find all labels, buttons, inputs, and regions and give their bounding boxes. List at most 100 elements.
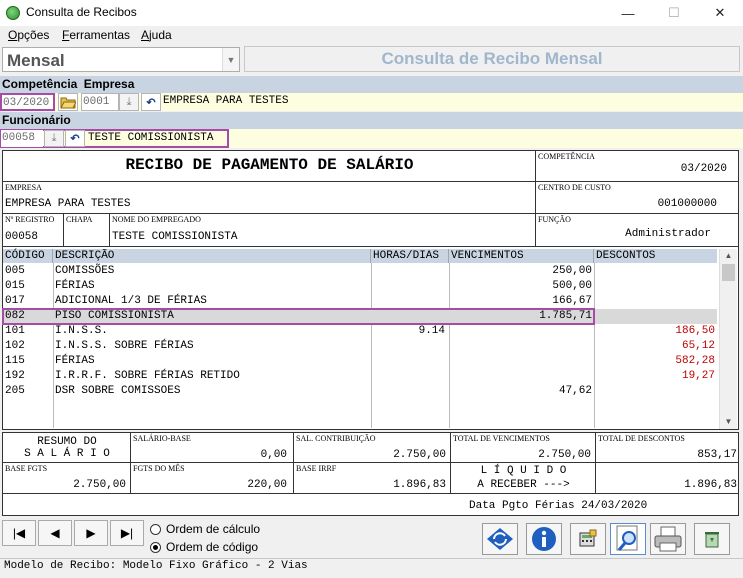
base-irrf-value: 1.896,83 [393, 479, 446, 491]
group-header-funcionario: Funcionário [0, 112, 743, 129]
centro-custo-value: 001000000 [657, 198, 717, 210]
row-description: I.N.S.S. [55, 325, 108, 337]
summary-panel: RESUMO DO S A L Á R I O SALÁRIO-BASE 0,0… [2, 432, 739, 516]
row-code: 115 [5, 355, 25, 367]
magnifier-icon [616, 525, 638, 551]
total-venc-value: 2.750,00 [538, 449, 591, 461]
funcao-value: Administrador [625, 228, 711, 240]
competencia-field[interactable]: 03/2020 [0, 93, 55, 111]
sal-contrib-cell: SAL. CONTRIBUIÇÃO 2.750,00 [294, 433, 451, 463]
chevron-down-icon[interactable]: ▼ [222, 48, 239, 71]
sync-icon [487, 528, 513, 550]
row-description: I.N.S.S. SOBRE FÉRIAS [55, 340, 194, 352]
first-record-button[interactable]: |◀ [2, 520, 36, 546]
liquido-value-cell: 1.896,83 [596, 463, 739, 494]
mode-value: Mensal [7, 51, 65, 70]
selected-row-highlight [2, 308, 595, 325]
last-record-button[interactable]: ▶| [110, 520, 144, 546]
calculator-button[interactable] [570, 523, 606, 555]
app-icon [6, 6, 20, 20]
row-vencimento: 250,00 [552, 265, 592, 277]
competencia-label: Competência [2, 77, 78, 91]
chapa-cell: CHAPA [64, 214, 110, 247]
liquido-value: 1.896,83 [684, 479, 737, 491]
order-calc-option[interactable]: Ordem de cálculo [150, 522, 260, 536]
col-codigo: CÓDIGO [3, 249, 53, 263]
delete-button[interactable] [694, 523, 730, 555]
registro-label: Nº REGISTRO [5, 215, 55, 224]
empresa-code-field[interactable]: 0001 [81, 93, 119, 111]
table-row[interactable]: 005 COMISSÕES 250,00 [3, 264, 717, 279]
table-row[interactable]: 192 I.R.R.F. SOBRE FÉRIAS RETIDO 19,27 [3, 369, 717, 384]
row-desconto: 186,50 [675, 325, 715, 337]
scrollbar[interactable]: ▲ ▼ [719, 249, 737, 429]
minimize-button[interactable]: — [605, 0, 651, 26]
funcao-cell: FUNÇÃO Administrador [536, 214, 739, 247]
row-description: COMISSÕES [55, 265, 115, 277]
liquido-label-cell: L Í Q U I D O A RECEBER ---> [451, 463, 596, 494]
sal-contrib-value: 2.750,00 [393, 449, 446, 461]
row-description: DSR SOBRE COMISSOES [55, 385, 181, 397]
info-icon [532, 527, 556, 551]
order-code-radio[interactable] [150, 541, 161, 553]
download-icon[interactable]: ⤓ [119, 93, 139, 111]
centro-custo-cell: CENTRO DE CUSTO 001000000 [536, 182, 739, 214]
menu-opcoes[interactable]: Opções [8, 28, 49, 42]
menu-bar: Opções Ferramentas Ajuda [0, 26, 743, 46]
sync-button[interactable] [482, 523, 518, 555]
order-code-option[interactable]: Ordem de código [150, 540, 258, 554]
row-vencimento: 47,62 [558, 385, 592, 397]
folder-open-icon[interactable] [58, 93, 78, 111]
empresa-label: Empresa [83, 77, 135, 91]
base-irrf-label: BASE IRRF [296, 464, 337, 473]
row-description: FÉRIAS [55, 280, 95, 292]
funcao-label: FUNÇÃO [538, 215, 571, 224]
print-button[interactable] [650, 523, 686, 555]
centro-custo-label: CENTRO DE CUSTO [538, 183, 611, 192]
order-calc-radio[interactable] [150, 523, 161, 535]
undo-icon[interactable]: ↶ [141, 93, 161, 111]
liquido-line1: L Í Q U I D O [480, 465, 567, 477]
download-icon[interactable]: ⤓ [44, 130, 64, 147]
page-title: Consulta de Recibo Mensal [244, 46, 740, 72]
competencia-cell-label: COMPETÊNCIA [538, 152, 595, 161]
table-row[interactable]: 205 DSR SOBRE COMISSOES 47,62 [3, 384, 717, 399]
title-bar: Consulta de Recibos — ☐ ✕ [0, 0, 743, 26]
menu-ajuda[interactable]: Ajuda [141, 28, 172, 42]
table-row[interactable]: 115 FÉRIAS 582,28 [3, 354, 717, 369]
close-button[interactable]: ✕ [697, 0, 743, 26]
col-descricao: DESCRIÇÃO [53, 249, 371, 263]
row-description: I.R.R.F. SOBRE FÉRIAS RETIDO [55, 370, 240, 382]
table-row[interactable]: 102 I.N.S.S. SOBRE FÉRIAS 65,12 [3, 339, 717, 354]
row-code: 017 [5, 295, 25, 307]
table-row[interactable]: 015 FÉRIAS 500,00 [3, 279, 717, 294]
empresa-name: EMPRESA PARA TESTES [163, 95, 289, 107]
total-venc-label: TOTAL DE VENCIMENTOS [453, 434, 550, 443]
mode-select[interactable]: Mensal ▼ [2, 47, 240, 72]
window-title: Consulta de Recibos [26, 5, 137, 19]
status-bar-text: Modelo de Recibo: Modelo Fixo Gráfico - … [4, 560, 308, 572]
preview-button[interactable] [610, 523, 646, 555]
prev-record-button[interactable]: ◀ [38, 520, 72, 546]
maximize-button[interactable]: ☐ [651, 0, 697, 26]
base-irrf-cell: BASE IRRF 1.896,83 [294, 463, 451, 494]
calculator-icon [579, 529, 597, 547]
status-divider [0, 558, 743, 559]
table-row[interactable]: 101 I.N.S.S. 9.14 186,50 [3, 324, 717, 339]
fgts-mes-value: 220,00 [247, 479, 287, 491]
info-button[interactable] [526, 523, 562, 555]
scroll-up-icon[interactable]: ▲ [720, 249, 737, 263]
undo-icon[interactable]: ↶ [65, 130, 85, 147]
table-row[interactable]: 017 ADICIONAL 1/3 DE FÉRIAS 166,67 [3, 294, 717, 309]
row-code: 101 [5, 325, 25, 337]
scroll-thumb[interactable] [722, 264, 735, 281]
receipt-panel: RECIBO DE PAGAMENTO DE SALÁRIO COMPETÊNC… [2, 150, 739, 430]
nome-label: NOME DO EMPREGADO [112, 215, 201, 224]
menu-ferramentas[interactable]: Ferramentas [62, 28, 130, 42]
scroll-down-icon[interactable]: ▼ [720, 415, 737, 429]
base-fgts-value: 2.750,00 [73, 479, 126, 491]
order-code-label: Ordem de código [166, 540, 259, 554]
next-record-button[interactable]: ▶ [74, 520, 108, 546]
row-code: 102 [5, 340, 25, 352]
funcionario-code-field[interactable]: 00058 [1, 130, 43, 147]
